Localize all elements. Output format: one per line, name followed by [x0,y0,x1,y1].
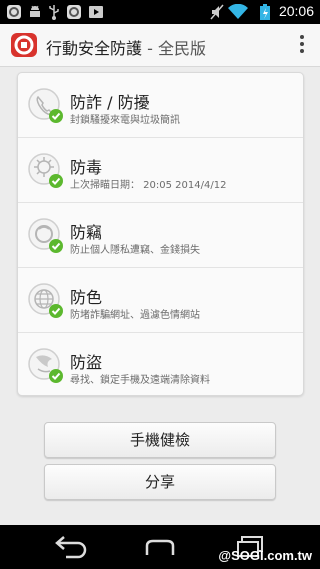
locate-shield-icon [28,348,63,383]
feature-title: 防竊 [70,223,103,242]
shield-logo-icon [11,33,37,57]
feature-title: 防詐 / 防擾 [70,93,150,112]
feature-desc: 防堵詐騙網址、過濾色情網站 [70,310,200,321]
app-bar: 行動安全防護 - 全民版 [0,24,320,67]
privacy-shield-icon [28,218,63,253]
feature-anti-theft-device[interactable]: 防盜 尋找、鎖定手機及遠端清除資料 [18,333,303,397]
app-notify-icon [7,5,21,19]
status-bar: 20:06 [0,0,320,24]
back-icon[interactable] [54,535,88,559]
feature-web-filter[interactable]: 防色 防堵詐騙網址、過濾色情網站 [18,268,303,333]
home-icon[interactable] [142,535,178,559]
battery-charging-icon [260,4,270,20]
feature-anti-fraud[interactable]: 防詐 / 防擾 封鎖騷擾來電與垃圾簡訊 [18,73,303,138]
wifi-icon [228,4,248,19]
health-check-button[interactable]: 手機健檢 [44,422,276,458]
usb-icon [49,5,59,20]
feature-title: 防毒 [70,158,103,177]
globe-shield-icon [28,283,63,318]
feature-title: 防色 [70,288,103,307]
feature-desc: 防止個人隱私遭竊、金錢損失 [70,245,200,256]
mute-icon [210,4,224,20]
feature-antivirus[interactable]: 防毒 上次掃瞄日期： 20:05 2014/4/12 [18,138,303,203]
app-notify-icon [67,5,81,19]
app-title: 行動安全防護 - 全民版 [46,39,206,58]
feature-title: 防盜 [70,353,103,372]
app-subtitle: - 全民版 [142,39,206,58]
feature-desc: 封鎖騷擾來電與垃圾簡訊 [70,115,180,126]
feature-desc: 上次掃瞄日期： 20:05 2014/4/12 [70,180,227,191]
feature-anti-theft-privacy[interactable]: 防竊 防止個人隱私遭竊、金錢損失 [18,203,303,268]
overflow-menu-icon[interactable] [298,33,306,57]
navigation-bar: @SOGI.com.tw [0,525,320,569]
share-button[interactable]: 分享 [44,464,276,500]
virus-shield-icon [28,153,63,188]
clock: 20:06 [278,3,314,19]
feature-desc: 尋找、鎖定手機及遠端清除資料 [70,375,210,386]
phone-shield-icon [28,88,63,123]
media-play-icon [89,6,103,18]
android-debug-icon [30,5,40,17]
watermark: @SOGI.com.tw [218,548,312,563]
feature-card: 防詐 / 防擾 封鎖騷擾來電與垃圾簡訊 防毒 上次掃瞄日期： 20:05 201… [17,72,304,396]
